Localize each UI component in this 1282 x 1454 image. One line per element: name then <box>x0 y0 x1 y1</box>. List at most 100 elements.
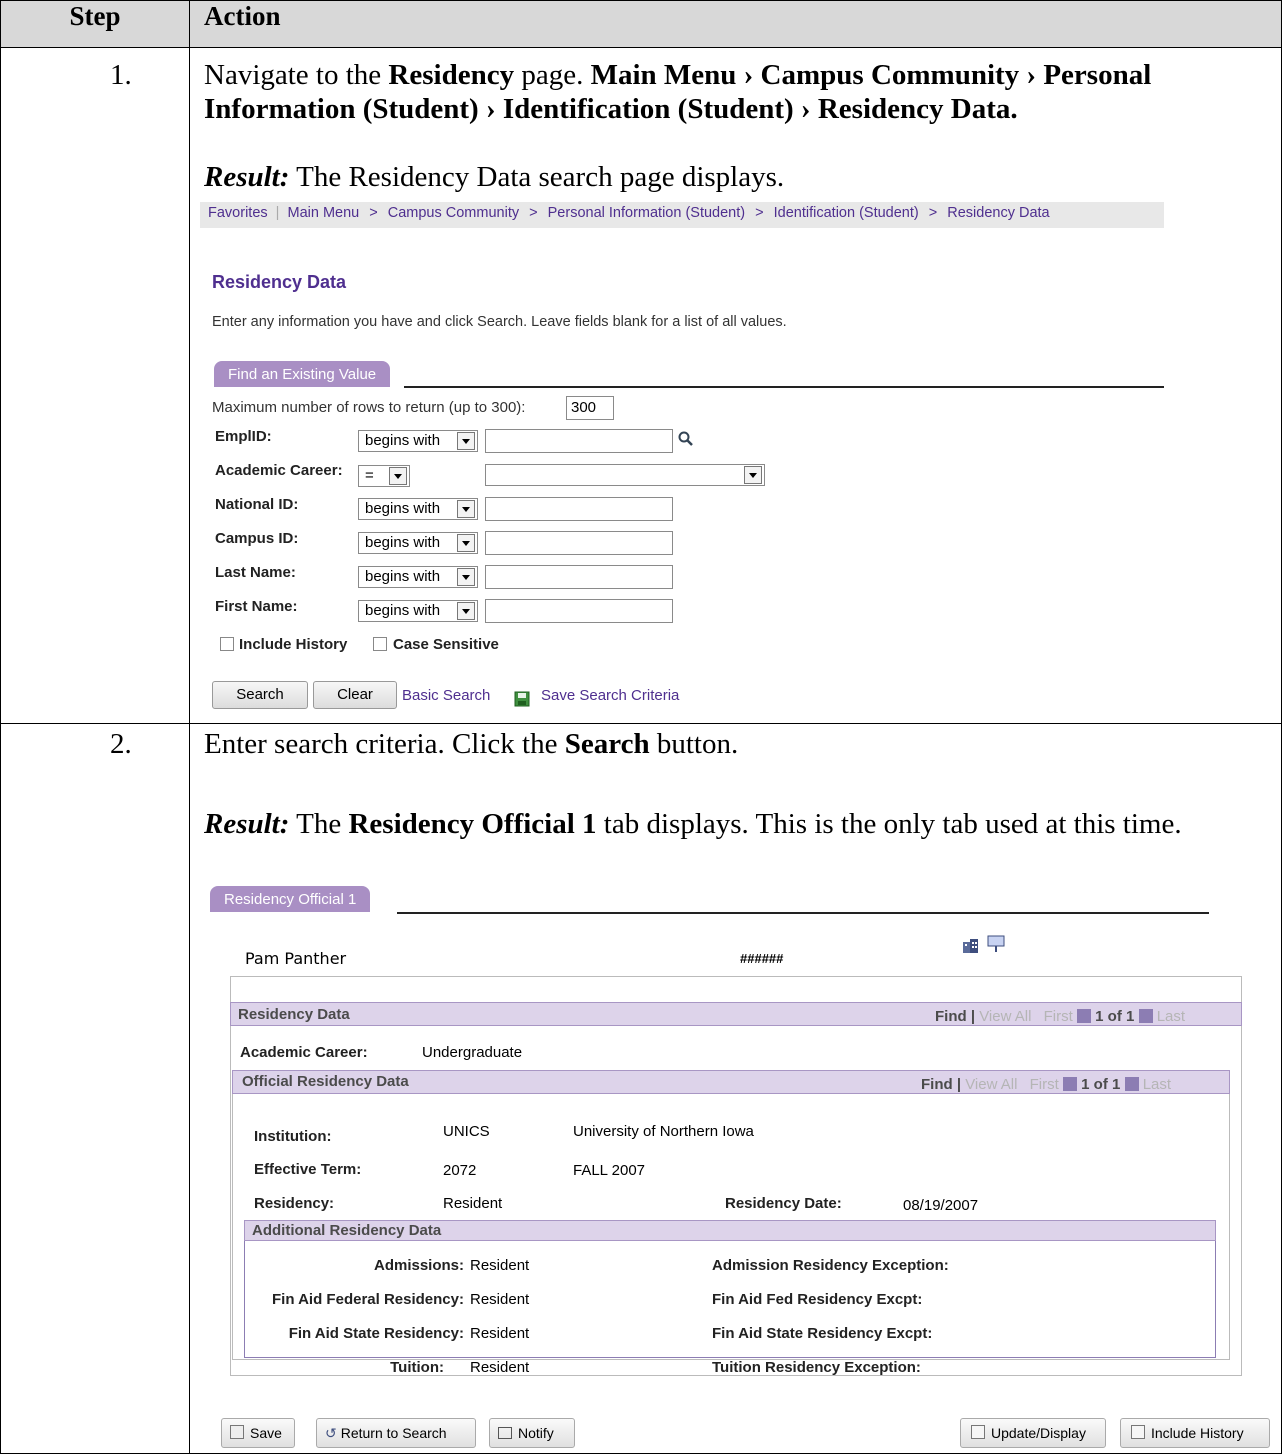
national-id-operator-select[interactable]: begins with <box>358 498 478 520</box>
residency-date-value: 08/19/2007 <box>903 1197 979 1214</box>
include-history-checkbox[interactable] <box>220 637 234 651</box>
find-link[interactable]: Find <box>921 1076 953 1093</box>
emplid-input[interactable] <box>485 429 673 453</box>
step2-result: Result: The Residency Official 1 tab dis… <box>204 808 1182 840</box>
tab-find-existing-value[interactable]: Find an Existing Value <box>214 361 391 387</box>
chevron-down-icon <box>457 568 475 586</box>
admission-exception-label: Admission Residency Exception: <box>712 1257 949 1274</box>
include-history-button[interactable]: Include History <box>1120 1418 1270 1448</box>
save-disk-icon <box>230 1425 244 1439</box>
tuition-exception-label: Tuition Residency Exception: <box>712 1359 921 1376</box>
view-all-link[interactable]: View All <box>979 1008 1031 1025</box>
last-name-input[interactable] <box>485 565 673 589</box>
update-display-button[interactable]: Update/Display <box>960 1418 1106 1448</box>
chevron-down-icon <box>457 534 475 552</box>
step1-result: Result: The Residency Data search page d… <box>204 161 785 193</box>
chevron-down-icon <box>457 432 475 450</box>
max-rows-input[interactable]: 300 <box>566 396 614 420</box>
include-history-label: Include History <box>239 636 348 653</box>
breadcrumb-trail: Favorites | Main Menu > Campus Community… <box>208 205 1050 221</box>
presentation-icon[interactable] <box>986 934 1006 959</box>
include-history-icon <box>1131 1425 1145 1439</box>
academic-career-label: Academic Career: <box>240 1044 368 1061</box>
search-lookup-icon[interactable] <box>678 431 694 452</box>
basic-search-link[interactable]: Basic Search <box>402 687 490 704</box>
save-button[interactable]: Save <box>221 1418 295 1448</box>
update-display-icon <box>971 1425 985 1439</box>
view-all-link[interactable]: View All <box>965 1076 1017 1093</box>
breadcrumb-identification[interactable]: Identification (Student) <box>774 205 919 221</box>
find-link[interactable]: Find <box>935 1008 967 1025</box>
notify-button[interactable]: Notify <box>489 1418 575 1448</box>
step2-number: 2. <box>110 728 132 760</box>
campus-id-operator-select[interactable]: begins with <box>358 532 478 554</box>
page-title: Residency Data <box>212 272 347 292</box>
search-instructions: Enter any information you have and click… <box>212 314 787 330</box>
national-id-input[interactable] <box>485 497 673 521</box>
admissions-label: Admissions: <box>373 1257 464 1274</box>
academic-career-select[interactable] <box>485 464 765 486</box>
fin-aid-state-label: Fin Aid State Residency: <box>288 1325 464 1342</box>
last-link[interactable]: Last <box>1143 1076 1171 1093</box>
admissions-value: Resident <box>470 1257 530 1274</box>
first-name-input[interactable] <box>485 599 673 623</box>
save-search-criteria-link[interactable]: Save Search Criteria <box>541 687 679 704</box>
next-arrow-icon[interactable] <box>1138 1009 1153 1023</box>
tuition-label: Tuition: <box>390 1359 444 1376</box>
tab-residency-official-1[interactable]: Residency Official 1 <box>210 886 371 912</box>
student-id: ###### <box>740 951 784 966</box>
tuition-value: Resident <box>470 1359 530 1376</box>
breadcrumb-favorites[interactable]: Favorites <box>208 205 268 221</box>
national-id-label: National ID: <box>215 496 299 513</box>
campus-id-input[interactable] <box>485 531 673 555</box>
chevron-down-icon <box>744 466 762 484</box>
residency-date-label: Residency Date: <box>725 1195 842 1212</box>
return-to-search-button[interactable]: ↺ Return to Search <box>316 1418 476 1448</box>
clear-button[interactable]: Clear <box>313 681 397 709</box>
search-button[interactable]: Search <box>212 681 308 709</box>
official-residency-title: Official Residency Data <box>242 1073 409 1090</box>
residency-data-grid-title: Residency Data <box>238 1006 350 1023</box>
academic-career-value: Undergraduate <box>422 1044 523 1061</box>
breadcrumb-campus-community[interactable]: Campus Community <box>388 205 519 221</box>
case-sensitive-checkbox[interactable] <box>373 637 387 651</box>
tab-rule-2 <box>397 912 1209 914</box>
save-icon <box>514 691 530 712</box>
effective-term-name: FALL 2007 <box>573 1162 646 1179</box>
institution-code: UNICS <box>443 1123 490 1140</box>
institution-label: Institution: <box>254 1128 332 1145</box>
emplid-label: EmplID: <box>215 428 272 445</box>
prev-arrow-icon[interactable] <box>1062 1077 1077 1091</box>
step2-number-cell <box>0 723 190 1454</box>
search-back-icon: ↺ <box>325 1425 337 1441</box>
chevron-down-icon <box>389 467 407 485</box>
last-name-operator-select[interactable]: begins with <box>358 566 478 588</box>
chevron-down-icon <box>457 500 475 518</box>
breadcrumb-main-menu[interactable]: Main Menu <box>287 205 359 221</box>
last-link[interactable]: Last <box>1157 1008 1185 1025</box>
action-column-header: Action <box>189 0 1282 48</box>
effective-term-code: 2072 <box>443 1162 477 1179</box>
fin-aid-state-value: Resident <box>470 1325 530 1342</box>
breadcrumb-personal-information[interactable]: Personal Information (Student) <box>548 205 745 221</box>
effective-term-label: Effective Term: <box>254 1161 362 1178</box>
building-icon[interactable] <box>961 936 981 959</box>
notify-icon <box>498 1427 512 1439</box>
academic-career-operator-select[interactable]: = <box>358 465 410 487</box>
row-count: 1 of 1 <box>1081 1076 1121 1093</box>
last-name-label: Last Name: <box>215 564 296 581</box>
first-name-label: First Name: <box>215 598 298 615</box>
chevron-down-icon <box>457 602 475 620</box>
next-arrow-icon[interactable] <box>1124 1077 1139 1091</box>
row-count: 1 of 1 <box>1095 1008 1135 1025</box>
fin-aid-fed-exception-label: Fin Aid Fed Residency Excpt: <box>712 1291 923 1308</box>
first-link[interactable]: First <box>1030 1076 1059 1093</box>
first-link[interactable]: First <box>1044 1008 1073 1025</box>
official-grid-nav: Find | View All First 1 of 1 Last <box>921 1076 1172 1093</box>
breadcrumb-residency-data[interactable]: Residency Data <box>947 205 1049 221</box>
max-rows-label: Maximum number of rows to return (up to … <box>212 399 526 416</box>
prev-arrow-icon[interactable] <box>1076 1009 1091 1023</box>
residency-value: Resident <box>443 1195 503 1212</box>
first-name-operator-select[interactable]: begins with <box>358 600 478 622</box>
emplid-operator-select[interactable]: begins with <box>358 430 478 452</box>
